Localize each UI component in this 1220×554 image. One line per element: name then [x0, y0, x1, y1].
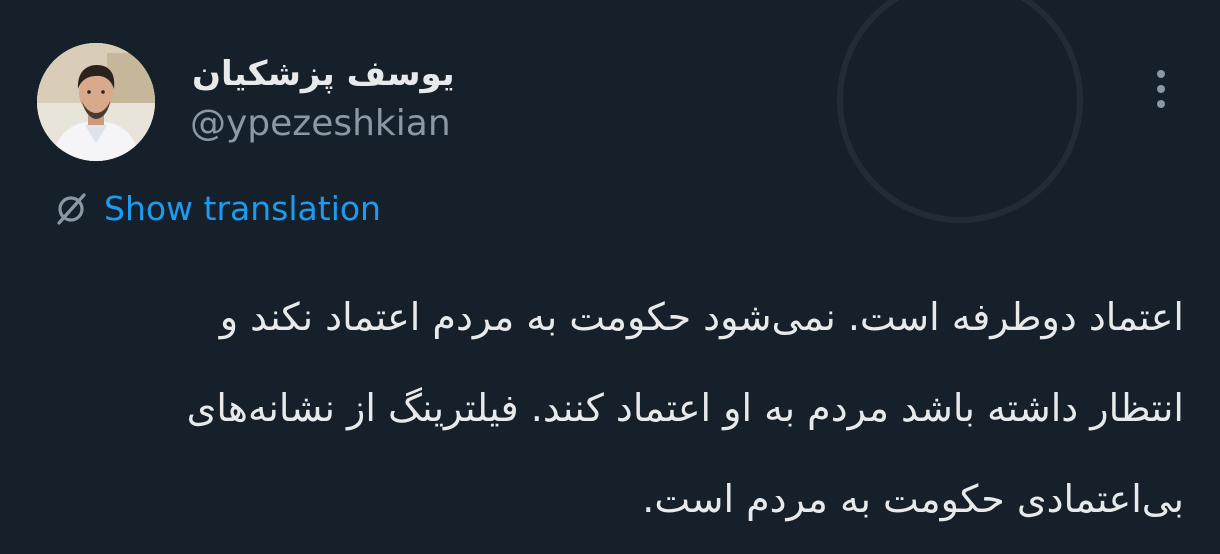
- more-vertical-icon: [1157, 70, 1165, 78]
- tweet-text-line: بی‌اعتمادی حکومت به مردم است.: [642, 477, 1184, 521]
- watermark-logo: [837, 0, 1083, 223]
- author-display-name[interactable]: یوسف پزشکیان: [192, 52, 455, 96]
- author-handle[interactable]: @ypezeshkian: [190, 102, 451, 146]
- user-avatar-icon: [37, 43, 155, 161]
- more-vertical-icon: [1157, 85, 1165, 93]
- tweet-text-line: انتظار داشته باشد مردم به او اعتماد کنند…: [186, 386, 1184, 430]
- tweet-text: اعتماد دوطرفه است. نمی‌شود حکومت به مردم…: [28, 272, 1184, 545]
- show-translation-button[interactable]: Show translation: [52, 186, 381, 232]
- avatar[interactable]: [37, 43, 155, 161]
- tweet-text-line: اعتماد دوطرفه است. نمی‌شود حکومت به مردم…: [219, 295, 1184, 339]
- show-translation-label: Show translation: [104, 189, 381, 228]
- more-vertical-icon: [1157, 100, 1165, 108]
- tweet-card: یوسف پزشکیان @ypezeshkian Show translati…: [0, 0, 1220, 554]
- more-options-button[interactable]: [1148, 66, 1174, 112]
- translate-slash-icon: [57, 193, 86, 225]
